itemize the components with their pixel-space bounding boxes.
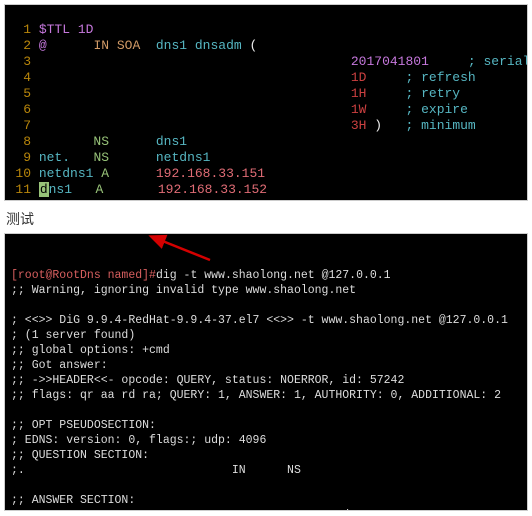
line-number: 11: [9, 182, 31, 198]
line-number: 9: [9, 150, 31, 166]
output-line: ; <<>> DiG 9.9.4-RedHat-9.9.4-37.el7 <<>…: [11, 313, 521, 328]
code-line: 9 net. NS netdns1: [9, 150, 523, 166]
code-line: 4 1D ; refresh: [9, 70, 523, 86]
code-line: 6 1W ; expire: [9, 102, 523, 118]
line-number: 10: [9, 166, 31, 182]
prompt-line: [root@RootDns named]#dig -t www.shaolong…: [11, 268, 521, 283]
output-line: ;; global options: +cmd: [11, 343, 521, 358]
output-line: ;; OPT PSEUDOSECTION:: [11, 418, 521, 433]
output-line: ;. IN NS: [11, 463, 521, 478]
code-line: 7 3H ) ; minimum: [9, 118, 523, 134]
section-label: 测试: [4, 205, 528, 233]
output-line: ;; ->>HEADER<<- opcode: QUERY, status: N…: [11, 373, 521, 388]
prompt: [root@RootDns named]#: [11, 269, 156, 282]
line-number: 2: [9, 38, 31, 54]
output-line: [11, 298, 521, 313]
output-line: [11, 478, 521, 493]
code-line: 3 2017041801 ; serial: [9, 54, 523, 70]
terminal-output: [root@RootDns named]#dig -t www.shaolong…: [4, 233, 528, 511]
code-line: 2 @ IN SOA dns1 dnsadm (: [9, 38, 523, 54]
output-line: ; (1 server found): [11, 328, 521, 343]
code-line: 8 NS dns1: [9, 134, 523, 150]
code-line: 1 $TTL 1D: [9, 22, 523, 38]
line-number: 1: [9, 22, 31, 38]
output-line: ;; flags: qr aa rd ra; QUERY: 1, ANSWER:…: [11, 388, 521, 403]
line-number: 3: [9, 54, 31, 70]
code-line: 11 dns1 A 192.168.33.152: [9, 182, 523, 198]
output-line: ;; Warning, ignoring invalid type www.sh…: [11, 283, 521, 298]
code-line: 5 1H ; retry: [9, 86, 523, 102]
command: dig -t www.shaolong.net @127.0.0.1: [156, 269, 391, 282]
cursor: d: [39, 182, 49, 197]
code-line: 10 netdns1 A 192.168.33.151: [9, 166, 523, 182]
line-number: 5: [9, 86, 31, 102]
zone-file-editor: 1 $TTL 1D2 @ IN SOA dns1 dnsadm (3 20170…: [4, 4, 528, 201]
line-number: 4: [9, 70, 31, 86]
line-number: 8: [9, 134, 31, 150]
output-line: ;; QUESTION SECTION:: [11, 448, 521, 463]
line-number: 7: [9, 118, 31, 134]
output-line: [11, 403, 521, 418]
output-line: ; EDNS: version: 0, flags:; udp: 4096: [11, 433, 521, 448]
line-number: 6: [9, 102, 31, 118]
annotation-arrow: [145, 234, 225, 264]
output-line: ;; Got answer:: [11, 358, 521, 373]
output-line: . 86400 IN NS dns1.: [11, 508, 521, 511]
output-line: ;; ANSWER SECTION:: [11, 493, 521, 508]
